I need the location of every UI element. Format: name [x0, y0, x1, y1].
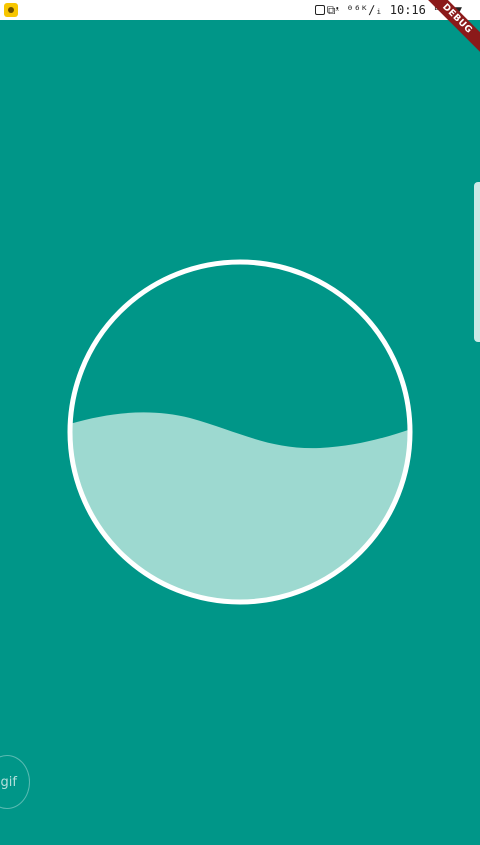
gif-button-label: gif [0, 774, 17, 790]
wave-fill-group [70, 412, 410, 602]
wave-fill [70, 412, 410, 602]
wave-progress-indicator [67, 259, 413, 605]
